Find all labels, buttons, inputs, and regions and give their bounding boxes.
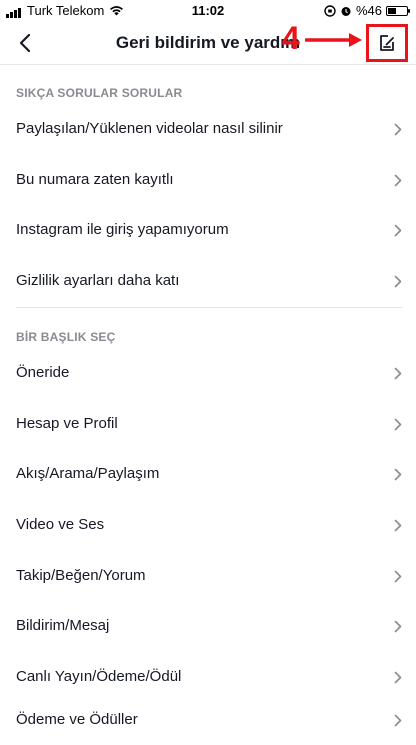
annotation-step-number: 4 [282, 20, 300, 56]
battery-percent: %46 [355, 3, 382, 18]
chevron-right-icon [394, 123, 402, 136]
list-item-label: Öneride [16, 364, 70, 381]
faq-item-privacy-settings[interactable]: Gizlilik ayarları daha katı [0, 256, 416, 306]
chevron-right-icon [394, 224, 402, 237]
topic-item-account-profile[interactable]: Hesap ve Profil [0, 399, 416, 449]
edit-note-icon [380, 35, 394, 51]
chevron-right-icon [394, 519, 402, 532]
list-item-label: Paylaşılan/Yüklenen videolar nasıl silin… [16, 120, 283, 137]
topic-item-notification-message[interactable]: Bildirim/Mesaj [0, 601, 416, 651]
alarm-icon [341, 6, 351, 16]
orientation-lock-icon [324, 4, 336, 17]
faq-item-number-registered[interactable]: Bu numara zaten kayıtlı [0, 155, 416, 205]
faq-section-heading: SIKÇA SORULAR SORULAR [16, 86, 183, 100]
chevron-right-icon [394, 418, 402, 431]
annotation-arrow-icon [305, 33, 362, 47]
list-item-label: Takip/Beğen/Yorum [16, 567, 146, 584]
section-divider [16, 307, 402, 308]
chevron-right-icon [394, 275, 402, 288]
chevron-right-icon [394, 570, 402, 583]
list-item-label: Bildirim/Mesaj [16, 617, 110, 634]
chevron-right-icon [394, 620, 402, 633]
topic-item-video-audio[interactable]: Video ve Ses [0, 500, 416, 550]
list-item-label: Gizlilik ayarları daha katı [16, 272, 180, 289]
battery-fill [388, 7, 396, 14]
list-item-label: Video ve Ses [16, 516, 105, 533]
chevron-right-icon [394, 714, 402, 727]
topic-section-heading: BİR BAŞLIK SEÇ [16, 330, 116, 344]
list-item-label: Hesap ve Profil [16, 415, 118, 432]
topic-item-suggestion[interactable]: Öneride [0, 348, 416, 398]
list-item-label: Akış/Arama/Paylaşım [16, 465, 160, 482]
chevron-right-icon [394, 174, 402, 187]
topic-item-payment-rewards[interactable]: Ödeme ve Ödüller [0, 695, 416, 745]
feedback-edit-button[interactable] [366, 24, 408, 62]
list-item-label: Ödeme ve Ödüller [16, 711, 138, 728]
topic-item-follow-like-comment[interactable]: Takip/Beğen/Yorum [0, 551, 416, 601]
list-item-label: Bu numara zaten kayıtlı [16, 171, 174, 188]
topic-item-feed-search-share[interactable]: Akış/Arama/Paylaşım [0, 449, 416, 499]
chevron-right-icon [394, 367, 402, 380]
battery-icon [386, 5, 410, 16]
faq-item-instagram-login[interactable]: Instagram ile giriş yapamıyorum [0, 205, 416, 255]
status-bar: Turk Telekom 11:02 %46 [0, 0, 416, 22]
chevron-right-icon [394, 468, 402, 481]
chevron-right-icon [394, 671, 402, 684]
faq-item-delete-videos[interactable]: Paylaşılan/Yüklenen videolar nasıl silin… [0, 104, 416, 154]
list-item-label: Instagram ile giriş yapamıyorum [16, 221, 229, 238]
status-right: %46 [320, 3, 410, 18]
